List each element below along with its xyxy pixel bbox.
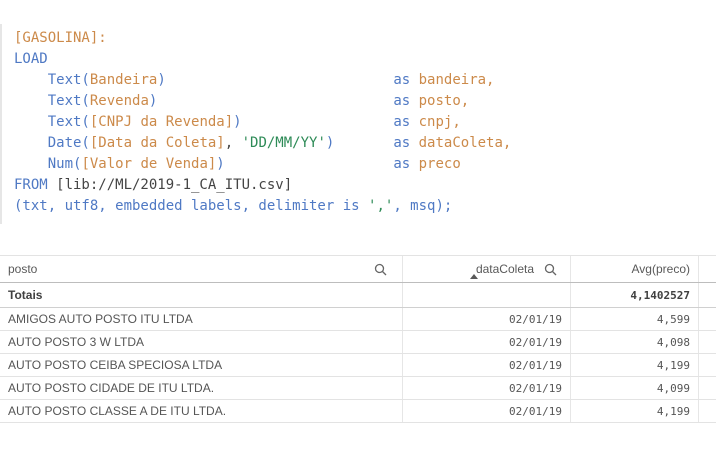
search-icon[interactable] bbox=[374, 263, 387, 276]
cell-avg-preco: 4,599 bbox=[570, 308, 698, 330]
cell-posto: AUTO POSTO 3 W LTDA bbox=[8, 335, 145, 349]
code-token: as bbox=[393, 156, 411, 172]
cell-avg-preco: 4,199 bbox=[570, 400, 698, 422]
totals-spacer bbox=[698, 283, 716, 307]
code-line[interactable]: Text([CNPJ da Revenda]) as cnpj, bbox=[14, 112, 461, 133]
table-row[interactable]: AUTO POSTO CLASSE A DE ITU LTDA. 02/01/19… bbox=[0, 400, 716, 423]
code-token: preco bbox=[410, 156, 461, 172]
code-token: dataColeta, bbox=[410, 135, 512, 151]
totals-empty bbox=[402, 283, 570, 307]
column-header-avg-preco[interactable]: Avg(preco) bbox=[570, 256, 698, 282]
code-token: Num( bbox=[47, 156, 82, 172]
code-line[interactable]: [GASOLINA]: bbox=[14, 28, 107, 49]
code-token: posto, bbox=[410, 93, 470, 109]
cell-datacoleta: 02/01/19 bbox=[402, 377, 570, 399]
cell-posto: AUTO POSTO CEIBA SPECIOSA LTDA bbox=[8, 358, 223, 372]
code-token: ) bbox=[157, 72, 166, 88]
cell-avg-preco: 4,199 bbox=[570, 354, 698, 376]
code-token: Bandeira bbox=[89, 72, 158, 88]
table-row[interactable]: AUTO POSTO 3 W LTDA 02/01/19 4,098 bbox=[0, 331, 716, 354]
code-token: ) bbox=[216, 156, 225, 172]
code-token: [Data da Coleta] bbox=[89, 135, 225, 151]
code-line[interactable]: Num([Valor de Venda]) as preco bbox=[14, 154, 461, 175]
column-header-label: Avg(preco) bbox=[631, 262, 690, 276]
code-token: Revenda bbox=[89, 93, 149, 109]
code-line[interactable]: Text(Bandeira) as bandeira, bbox=[14, 70, 495, 91]
cell-posto: AMIGOS AUTO POSTO ITU LTDA bbox=[8, 312, 193, 326]
code-token: [CNPJ da Revenda] bbox=[89, 114, 234, 130]
data-table: posto dataColeta Avg(preco) Totais 4,140… bbox=[0, 255, 716, 423]
code-token: Text( bbox=[47, 72, 90, 88]
code-token: ) bbox=[233, 114, 242, 130]
code-line[interactable]: LOAD bbox=[14, 49, 48, 70]
cell-spacer bbox=[698, 308, 716, 330]
code-token: [GASOLINA]: bbox=[14, 30, 107, 46]
cell-spacer bbox=[698, 354, 716, 376]
code-token: as bbox=[393, 135, 411, 151]
table-header-row: posto dataColeta Avg(preco) bbox=[0, 255, 716, 283]
totals-label: Totais bbox=[8, 288, 43, 302]
cell-spacer bbox=[698, 377, 716, 399]
code-token: cnpj, bbox=[410, 114, 461, 130]
code-token: Date( bbox=[47, 135, 90, 151]
code-token: , bbox=[224, 135, 242, 151]
cell-datacoleta: 02/01/19 bbox=[402, 331, 570, 353]
cell-avg-preco: 4,098 bbox=[570, 331, 698, 353]
table-row[interactable]: AUTO POSTO CEIBA SPECIOSA LTDA 02/01/19 4,… bbox=[0, 354, 716, 377]
code-token: as bbox=[393, 93, 411, 109]
cell-datacoleta: 02/01/19 bbox=[402, 400, 570, 422]
column-header-spacer bbox=[698, 256, 716, 282]
table-row[interactable]: AUTO POSTO CIDADE DE ITU LTDA. 02/01/19 4,… bbox=[0, 377, 716, 400]
code-token: ',' bbox=[368, 198, 394, 214]
code-token: (txt, utf8, embedded labels, delimiter i… bbox=[14, 198, 369, 214]
cell-posto: AUTO POSTO CIDADE DE ITU LTDA. bbox=[8, 381, 215, 395]
code-line[interactable]: Text(Revenda) as posto, bbox=[14, 91, 470, 112]
code-token: as bbox=[393, 72, 411, 88]
cell-posto: AUTO POSTO CLASSE A DE ITU LTDA. bbox=[8, 404, 227, 418]
code-token: [Valor de Venda] bbox=[81, 156, 217, 172]
code-token: bandeira, bbox=[410, 72, 495, 88]
cell-spacer bbox=[698, 331, 716, 353]
sort-ascending-icon bbox=[470, 274, 478, 279]
search-icon[interactable] bbox=[544, 263, 557, 276]
code-token: as bbox=[393, 114, 411, 130]
code-token: Text( bbox=[47, 93, 90, 109]
column-header-posto[interactable]: posto bbox=[0, 256, 402, 282]
code-token: 'DD/MM/YY' bbox=[241, 135, 326, 151]
column-header-label: posto bbox=[8, 262, 38, 276]
cell-spacer bbox=[698, 400, 716, 422]
code-line[interactable]: FROM [lib://ML/2019-1_CA_ITU.csv] bbox=[14, 175, 292, 196]
script-editor[interactable]: [GASOLINA]: LOAD Text(Bandeira) as bandei… bbox=[0, 24, 562, 224]
totals-row: Totais 4,1402527 bbox=[0, 283, 716, 308]
totals-avg: 4,1402527 bbox=[570, 283, 698, 307]
cell-datacoleta: 02/01/19 bbox=[402, 308, 570, 330]
code-token: Text( bbox=[47, 114, 90, 130]
code-token: , msq); bbox=[393, 198, 453, 214]
cell-avg-preco: 4,099 bbox=[570, 377, 698, 399]
code-token: LOAD bbox=[14, 51, 48, 67]
code-line[interactable]: (txt, utf8, embedded labels, delimiter i… bbox=[14, 196, 452, 217]
column-header-datacoleta[interactable]: dataColeta bbox=[402, 256, 570, 282]
cell-datacoleta: 02/01/19 bbox=[402, 354, 570, 376]
code-line[interactable]: Date([Data da Coleta], 'DD/MM/YY') as da… bbox=[14, 133, 512, 154]
column-header-label: dataColeta bbox=[475, 262, 534, 276]
table-row[interactable]: AMIGOS AUTO POSTO ITU LTDA 02/01/19 4,599 bbox=[0, 308, 716, 331]
code-token: FROM bbox=[14, 177, 48, 193]
code-token: [lib://ML/2019-1_CA_ITU.csv] bbox=[47, 177, 293, 193]
